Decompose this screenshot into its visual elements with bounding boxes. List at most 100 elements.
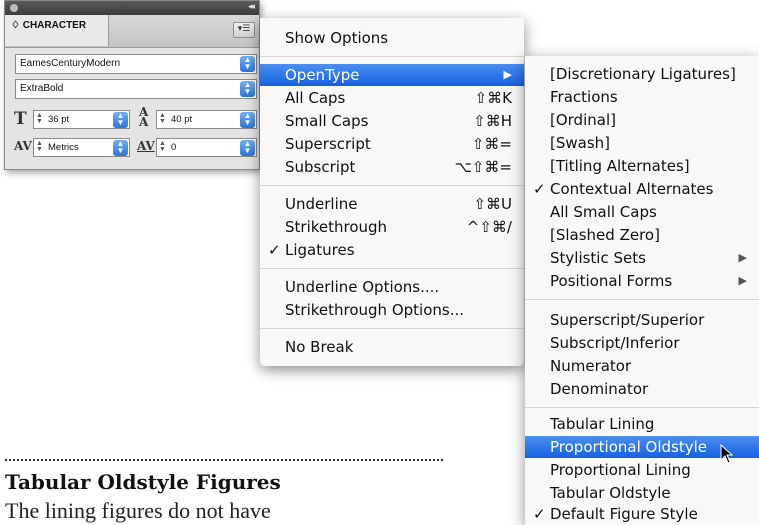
close-icon[interactable]	[10, 4, 18, 12]
menu-item-shortcut: ⇧⌘H	[473, 112, 512, 130]
tab-character[interactable]: ♢ CHARACTER	[5, 15, 109, 46]
menu-item-label: Subscript	[285, 158, 356, 176]
leading-icon: AA	[139, 105, 149, 129]
menu-item-label: [Titling Alternates]	[550, 157, 690, 175]
font-size-field[interactable]: ▲ ▼ 36 pt ▲ ▼	[33, 110, 130, 129]
menu-item-label: Strikethrough	[285, 218, 388, 236]
panel-tabbar: ♢ CHARACTER ▾☰	[5, 15, 259, 48]
menu-item-label: Strikethrough Options...	[285, 301, 465, 319]
leading-dropdown-icon[interactable]: ▲ ▼	[240, 112, 255, 128]
tracking-field[interactable]: ▲ ▼ 0 ▲ ▼	[156, 138, 257, 157]
menu-divider	[260, 185, 524, 186]
menu-item-positional-forms[interactable]: Positional Forms ▶	[525, 270, 759, 292]
font-size-dropdown-icon[interactable]: ▲ ▼	[113, 112, 128, 128]
tracking-value: 0	[171, 142, 177, 153]
menu-item-superscript-superior[interactable]: Superscript/Superior	[525, 309, 759, 331]
font-style-value: ExtraBold	[20, 83, 64, 94]
menu-item-label: Superscript	[285, 135, 371, 153]
menu-divider	[525, 407, 759, 408]
menu-item-subscript-inferior[interactable]: Subscript/Inferior	[525, 332, 759, 354]
checkmark-icon: ✓	[268, 241, 281, 259]
menu-item-all-caps[interactable]: All Caps ⇧⌘K	[260, 87, 524, 109]
menu-item-fractions[interactable]: Fractions	[525, 86, 759, 108]
menu-divider	[260, 328, 524, 329]
menu-item-label: Subscript/Inferior	[550, 334, 680, 352]
checkmark-icon: ✓	[533, 505, 546, 523]
menu-item-ordinal[interactable]: [Ordinal]	[525, 109, 759, 131]
menu-item-stylistic-sets[interactable]: Stylistic Sets ▶	[525, 247, 759, 269]
menu-item-label: All Small Caps	[550, 203, 657, 221]
menu-item-contextual-alternates[interactable]: ✓ Contextual Alternates	[525, 178, 759, 200]
menu-item-subscript[interactable]: Subscript ⌥⇧⌘=	[260, 156, 524, 178]
menu-item-denominator[interactable]: Denominator	[525, 378, 759, 400]
panel-titlebar[interactable]: ◂◂	[5, 1, 259, 15]
menu-divider	[260, 56, 524, 57]
font-family-field[interactable]: EamesCenturyModern ▲ ▼	[15, 54, 257, 74]
font-family-dropdown-icon[interactable]: ▲ ▼	[240, 56, 255, 72]
menu-item-label: Small Caps	[285, 112, 369, 130]
menu-item-numerator[interactable]: Numerator	[525, 355, 759, 377]
menu-item-label: Proportional Lining	[550, 461, 691, 479]
tracking-spin-icon[interactable]: ▲ ▼	[159, 140, 166, 153]
menu-item-shortcut: ⇧⌘U	[473, 195, 512, 213]
character-flyout-menu: Show Options OpenType ▶ All Caps ⇧⌘K Sma…	[260, 18, 524, 366]
checkmark-icon: ✓	[533, 180, 546, 198]
menu-item-label: All Caps	[285, 89, 346, 107]
font-style-dropdown-icon[interactable]: ▲ ▼	[240, 81, 255, 97]
leading-field[interactable]: ▲ ▼ 40 pt ▲ ▼	[156, 110, 257, 129]
menu-item-strikethrough[interactable]: Strikethrough ^⇧⌘/	[260, 216, 524, 238]
menu-item-strikethrough-options[interactable]: Strikethrough Options...	[260, 299, 524, 321]
menu-item-shortcut: ^⇧⌘/	[466, 218, 512, 236]
menu-item-discretionary-ligatures[interactable]: [Discretionary Ligatures]	[525, 63, 759, 85]
menu-item-slashed-zero[interactable]: [Slashed Zero]	[525, 224, 759, 246]
collapse-icon[interactable]: ◂◂	[248, 2, 255, 12]
menu-item-label: Ligatures	[285, 241, 355, 259]
menu-item-label: Numerator	[550, 357, 632, 375]
menu-item-label: Show Options	[285, 29, 389, 47]
menu-item-label: [Slashed Zero]	[550, 226, 660, 244]
menu-item-label: Underline	[285, 195, 358, 213]
menu-item-superscript[interactable]: Superscript ⇧⌘=	[260, 133, 524, 155]
font-size-spin-icon[interactable]: ▲ ▼	[36, 112, 43, 125]
menu-item-tabular-oldstyle[interactable]: Tabular Oldstyle	[525, 482, 759, 504]
font-style-field[interactable]: ExtraBold ▲ ▼	[15, 79, 257, 99]
submenu-arrow-icon: ▶	[503, 68, 512, 81]
menu-item-label: OpenType	[285, 66, 360, 84]
kerning-spin-icon[interactable]: ▲ ▼	[36, 140, 43, 153]
leading-spin-icon[interactable]: ▲ ▼	[159, 112, 166, 125]
menu-item-tabular-lining[interactable]: Tabular Lining	[525, 413, 759, 435]
kerning-field[interactable]: ▲ ▼ Metrics ▲ ▼	[33, 138, 130, 157]
font-size-icon: T	[14, 109, 27, 129]
menu-item-titling-alternates[interactable]: [Titling Alternates]	[525, 155, 759, 177]
menu-item-shortcut: ⇧⌘K	[474, 89, 512, 107]
menu-item-label: Tabular Oldstyle	[550, 484, 671, 502]
menu-item-label: [Ordinal]	[550, 111, 616, 129]
menu-divider	[260, 268, 524, 269]
menu-item-swash[interactable]: [Swash]	[525, 132, 759, 154]
mouse-pointer-icon	[720, 444, 734, 464]
menu-item-shortcut: ⌥⇧⌘=	[454, 158, 512, 176]
menu-item-label: Superscript/Superior	[550, 311, 705, 329]
kerning-value: Metrics	[48, 142, 79, 153]
submenu-arrow-icon: ▶	[738, 251, 747, 264]
font-family-value: EamesCenturyModern	[20, 58, 121, 69]
menu-item-small-caps[interactable]: Small Caps ⇧⌘H	[260, 110, 524, 132]
menu-item-label: Denominator	[550, 380, 649, 398]
menu-item-all-small-caps[interactable]: All Small Caps	[525, 201, 759, 223]
character-panel: ◂◂ ♢ CHARACTER ▾☰ EamesCenturyModern ▲ ▼ …	[4, 0, 260, 170]
menu-item-label: Underline Options....	[285, 278, 440, 296]
menu-item-default-figure-style[interactable]: ✓ Default Figure Style	[525, 503, 759, 525]
menu-item-underline[interactable]: Underline ⇧⌘U	[260, 193, 524, 215]
panel-menu-button[interactable]: ▾☰	[233, 22, 255, 38]
tracking-dropdown-icon[interactable]: ▲ ▼	[240, 140, 255, 156]
kerning-icon: AV	[14, 139, 32, 153]
menu-item-underline-options[interactable]: Underline Options....	[260, 276, 524, 298]
menu-item-no-break[interactable]: No Break	[260, 336, 524, 358]
kerning-dropdown-icon[interactable]: ▲ ▼	[113, 140, 128, 156]
menu-item-show-options[interactable]: Show Options	[260, 27, 524, 49]
menu-item-opentype[interactable]: OpenType ▶	[260, 64, 524, 86]
menu-item-ligatures[interactable]: ✓ Ligatures	[260, 239, 524, 261]
menu-item-label: Fractions	[550, 88, 618, 106]
menu-item-label: No Break	[285, 338, 354, 356]
tracking-icon: AV	[137, 139, 155, 153]
